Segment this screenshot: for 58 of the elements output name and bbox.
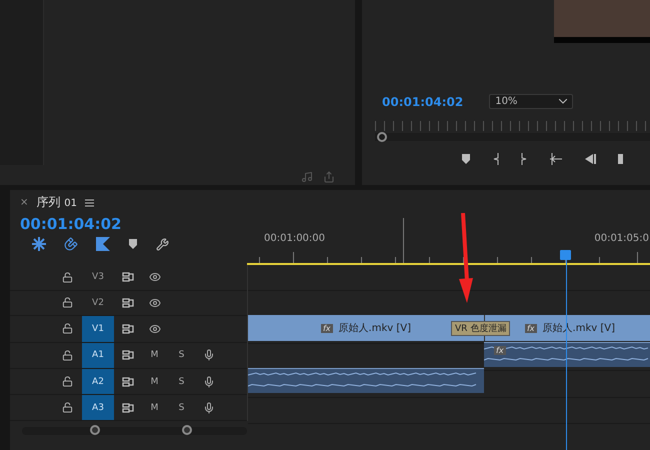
microphone-icon[interactable] xyxy=(202,349,214,362)
ruler-label: 00:01:05:0 xyxy=(594,233,649,244)
track-label[interactable]: V3 xyxy=(82,265,114,290)
sync-lock-icon[interactable] xyxy=(122,350,134,360)
sync-lock-icon[interactable] xyxy=(122,402,134,413)
caret-icon xyxy=(559,99,568,104)
scrub-handle[interactable] xyxy=(377,132,387,142)
sync-lock-icon[interactable] xyxy=(122,272,134,282)
step-back-icon[interactable] xyxy=(585,154,596,164)
playhead-handle[interactable] xyxy=(560,250,571,260)
clip-name: 原始人.mkv [V] xyxy=(338,322,411,335)
microphone-icon[interactable] xyxy=(202,402,214,414)
lock-icon[interactable] xyxy=(62,376,73,388)
mark-out-icon[interactable] xyxy=(521,153,527,165)
go-to-in-icon[interactable] xyxy=(549,153,563,165)
lock-icon[interactable] xyxy=(62,350,73,361)
zoom-dropdown[interactable]: 10% xyxy=(489,94,574,109)
audio-clip[interactable]: fx xyxy=(484,342,650,367)
scroll-bar[interactable] xyxy=(22,427,247,435)
track-label[interactable]: A2 xyxy=(82,369,114,394)
lock-icon[interactable] xyxy=(62,297,73,308)
mark-in-icon[interactable] xyxy=(493,153,499,165)
fx-badge: fx xyxy=(320,324,333,332)
lock-icon[interactable] xyxy=(62,323,73,334)
sync-lock-icon[interactable] xyxy=(122,376,134,387)
sync-lock-icon[interactable] xyxy=(122,324,134,334)
timecode: 00:01:04:02 xyxy=(20,215,122,233)
marker-icon[interactable] xyxy=(461,154,471,164)
eye-icon[interactable] xyxy=(148,322,160,335)
microphone-icon[interactable] xyxy=(202,376,214,388)
mute-button[interactable]: M xyxy=(141,350,168,360)
track-label[interactable]: V1 xyxy=(82,316,114,342)
lock-icon[interactable] xyxy=(62,272,73,283)
lock-icon[interactable] xyxy=(62,402,73,414)
solo-button[interactable]: S xyxy=(168,350,195,360)
mute-button[interactable]: M xyxy=(141,402,168,413)
linked-selection-icon[interactable] xyxy=(96,237,110,251)
eye-icon[interactable] xyxy=(148,271,160,284)
track-label[interactable]: A1 xyxy=(82,342,114,368)
close-button[interactable]: × xyxy=(20,197,28,208)
eye-icon[interactable] xyxy=(148,296,160,309)
sequence-tab[interactable]: 序列 01 xyxy=(36,194,77,211)
settings-icon[interactable] xyxy=(156,238,169,250)
fx-badge: fx xyxy=(494,346,506,355)
timecode: 00:01:04:02 xyxy=(382,94,464,108)
track-label[interactable]: A3 xyxy=(82,395,114,420)
solo-button[interactable]: S xyxy=(168,376,195,387)
nest-icon[interactable] xyxy=(32,237,46,251)
ruler-label: 00:01:00:00 xyxy=(264,233,326,244)
solo-button[interactable]: S xyxy=(168,402,195,413)
snap-icon[interactable] xyxy=(64,237,78,251)
menu-icon[interactable] xyxy=(84,198,94,206)
transition-label[interactable]: VR 色度泄漏 xyxy=(451,321,510,336)
mute-button[interactable]: M xyxy=(141,376,168,387)
track-label[interactable]: V2 xyxy=(82,290,114,316)
fx-badge: fx xyxy=(524,324,537,332)
sync-lock-icon[interactable] xyxy=(122,298,134,308)
marker-icon[interactable] xyxy=(128,239,138,249)
